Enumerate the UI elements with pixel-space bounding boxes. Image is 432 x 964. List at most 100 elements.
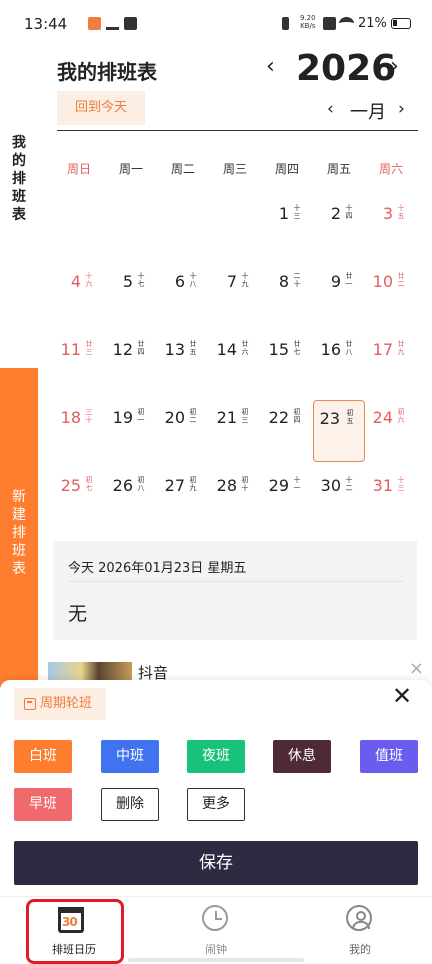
shift-button[interactable]: 休息 — [273, 740, 331, 773]
calendar-day[interactable]: 31 十三 — [365, 456, 417, 516]
day-number: 23 — [319, 409, 340, 428]
calendar-day[interactable]: 14 廿六 — [209, 320, 261, 380]
day-number: 7 — [226, 272, 237, 291]
next-month-button[interactable]: › — [398, 99, 405, 119]
shift-button[interactable]: 值班 — [360, 740, 418, 773]
day-number: 22 — [268, 408, 289, 427]
day-number: 9 — [330, 272, 341, 291]
calendar-day[interactable]: 22 初四 — [261, 388, 313, 448]
back-to-today-button[interactable]: 回到今天 — [57, 91, 145, 125]
day-number: 12 — [112, 340, 133, 359]
weekday-label: 周一 — [118, 162, 143, 176]
cycle-shift-button[interactable]: 周期轮班 — [14, 688, 106, 720]
lunar-date: 廿六 — [241, 340, 249, 356]
calendar-day[interactable]: 30 十二 — [313, 456, 365, 516]
calendar-day[interactable]: 9廿一 — [313, 252, 365, 312]
lunar-date: 初六 — [397, 408, 405, 424]
calendar-day[interactable]: 17 廿九 — [365, 320, 417, 380]
calendar-day[interactable]: 13 廿五 — [157, 320, 209, 380]
network-speed-unit: KB/s — [300, 22, 316, 30]
weekday-label: 周四 — [274, 162, 299, 176]
calendar-day[interactable]: 24 初六 — [365, 388, 417, 448]
calendar-day[interactable]: 29 十一 — [261, 456, 313, 516]
calendar-day[interactable]: 21 初三 — [209, 388, 261, 448]
lunar-date: 廿四 — [137, 340, 145, 356]
calendar-day[interactable]: 27 初九 — [157, 456, 209, 516]
side-tab-my-schedule[interactable]: 我的排班表 — [0, 130, 38, 370]
ad-banner[interactable]: 抖音 × — [38, 658, 432, 682]
side-tab-my-schedule-label: 我的排班表 — [12, 135, 26, 223]
calendar-day[interactable]: 20 初二 — [157, 388, 209, 448]
day-number: 16 — [320, 340, 341, 359]
ad-close-icon[interactable]: × — [409, 658, 424, 679]
calendar-day[interactable]: 18 三十 — [53, 388, 105, 448]
prev-month-button[interactable]: ‹ — [327, 99, 334, 119]
calendar-day[interactable]: 8二十 — [261, 252, 313, 312]
calendar-day[interactable]: 25 初七 — [53, 456, 105, 516]
calendar-day[interactable]: 26 初八 — [105, 456, 157, 516]
shift-button[interactable]: 夜班 — [187, 740, 245, 773]
calendar-day[interactable]: 4十六 — [53, 252, 105, 312]
calendar-day[interactable]: 6十八 — [157, 252, 209, 312]
day-number: 1 — [278, 204, 289, 223]
vibrate-icon — [282, 17, 289, 30]
calendar-day[interactable]: 19 初一 — [105, 388, 157, 448]
sim-off-icon — [323, 17, 336, 30]
status-time: 13:44 — [24, 15, 68, 33]
lunar-date: 十四 — [345, 204, 353, 220]
calendar-day[interactable]: 5十七 — [105, 252, 157, 312]
side-tab-new-schedule-label: 新建排班表 — [12, 489, 26, 577]
day-number: 31 — [372, 476, 393, 495]
day-number: 20 — [164, 408, 185, 427]
calendar-day[interactable]: 16 廿八 — [313, 320, 365, 380]
lunar-date: 初三 — [241, 408, 249, 424]
calendar-day[interactable]: 2十四 — [313, 184, 365, 244]
day-number: 2 — [330, 204, 341, 223]
shift-button[interactable]: 早班 — [14, 788, 72, 821]
home-indicator[interactable] — [128, 958, 304, 962]
more-button[interactable]: 更多 — [187, 788, 245, 821]
calendar-day[interactable]: 28 初十 — [209, 456, 261, 516]
nav-alarm[interactable]: 闹钟 — [166, 897, 266, 964]
lunar-date: 廿九 — [397, 340, 405, 356]
today-info-card: 今天 2026年01月23日 星期五 无 — [53, 541, 417, 640]
ad-text: 抖音 — [138, 664, 169, 682]
calendar-day[interactable]: 10 廿二 — [365, 252, 417, 312]
lunar-date: 廿五 — [189, 340, 197, 356]
weekday-label: 周六 — [378, 162, 403, 176]
lunar-date: 廿七 — [293, 340, 301, 356]
shift-button[interactable]: 中班 — [101, 740, 159, 773]
calendar-day[interactable]: 3十五 — [365, 184, 417, 244]
day-number: 5 — [122, 272, 133, 291]
calendar-day[interactable]: 12 廿四 — [105, 320, 157, 380]
calendar-day[interactable]: 15 廿七 — [261, 320, 313, 380]
calendar-day[interactable]: 7十九 — [209, 252, 261, 312]
nav-me[interactable]: 我的 — [310, 897, 410, 964]
divider — [68, 581, 404, 582]
ad-thumbnail — [48, 662, 132, 682]
calendar-day[interactable]: 1十三 — [261, 184, 313, 244]
delete-button[interactable]: 删除 — [101, 788, 159, 821]
weekday-label: 周日 — [66, 162, 91, 176]
save-button[interactable]: 保存 — [14, 841, 418, 885]
calendar-day[interactable]: 23 初五 — [313, 400, 365, 462]
lunar-date: 十七 — [137, 272, 145, 288]
crown-icon — [106, 17, 119, 30]
lunar-date: 十九 — [241, 272, 249, 288]
nav-me-label: 我的 — [349, 943, 371, 956]
day-number: 27 — [164, 476, 185, 495]
lunar-date: 初五 — [346, 409, 354, 425]
lunar-date: 初十 — [241, 476, 249, 492]
next-year-button[interactable]: › — [390, 54, 399, 79]
lunar-date: 十一 — [293, 476, 301, 492]
battery-percent: 21% — [358, 16, 387, 31]
shift-button[interactable]: 白班 — [14, 740, 72, 773]
calendar-day[interactable]: 11 廿三 — [53, 320, 105, 380]
calendar-icon — [24, 698, 36, 710]
lunar-date: 十六 — [85, 272, 93, 288]
day-number: 17 — [372, 340, 393, 359]
close-icon[interactable]: ✕ — [392, 682, 412, 710]
side-tab-new-schedule[interactable]: 新建排班表 — [0, 368, 38, 688]
lunar-date: 初二 — [189, 408, 197, 424]
prev-year-button[interactable]: ‹ — [266, 54, 275, 79]
